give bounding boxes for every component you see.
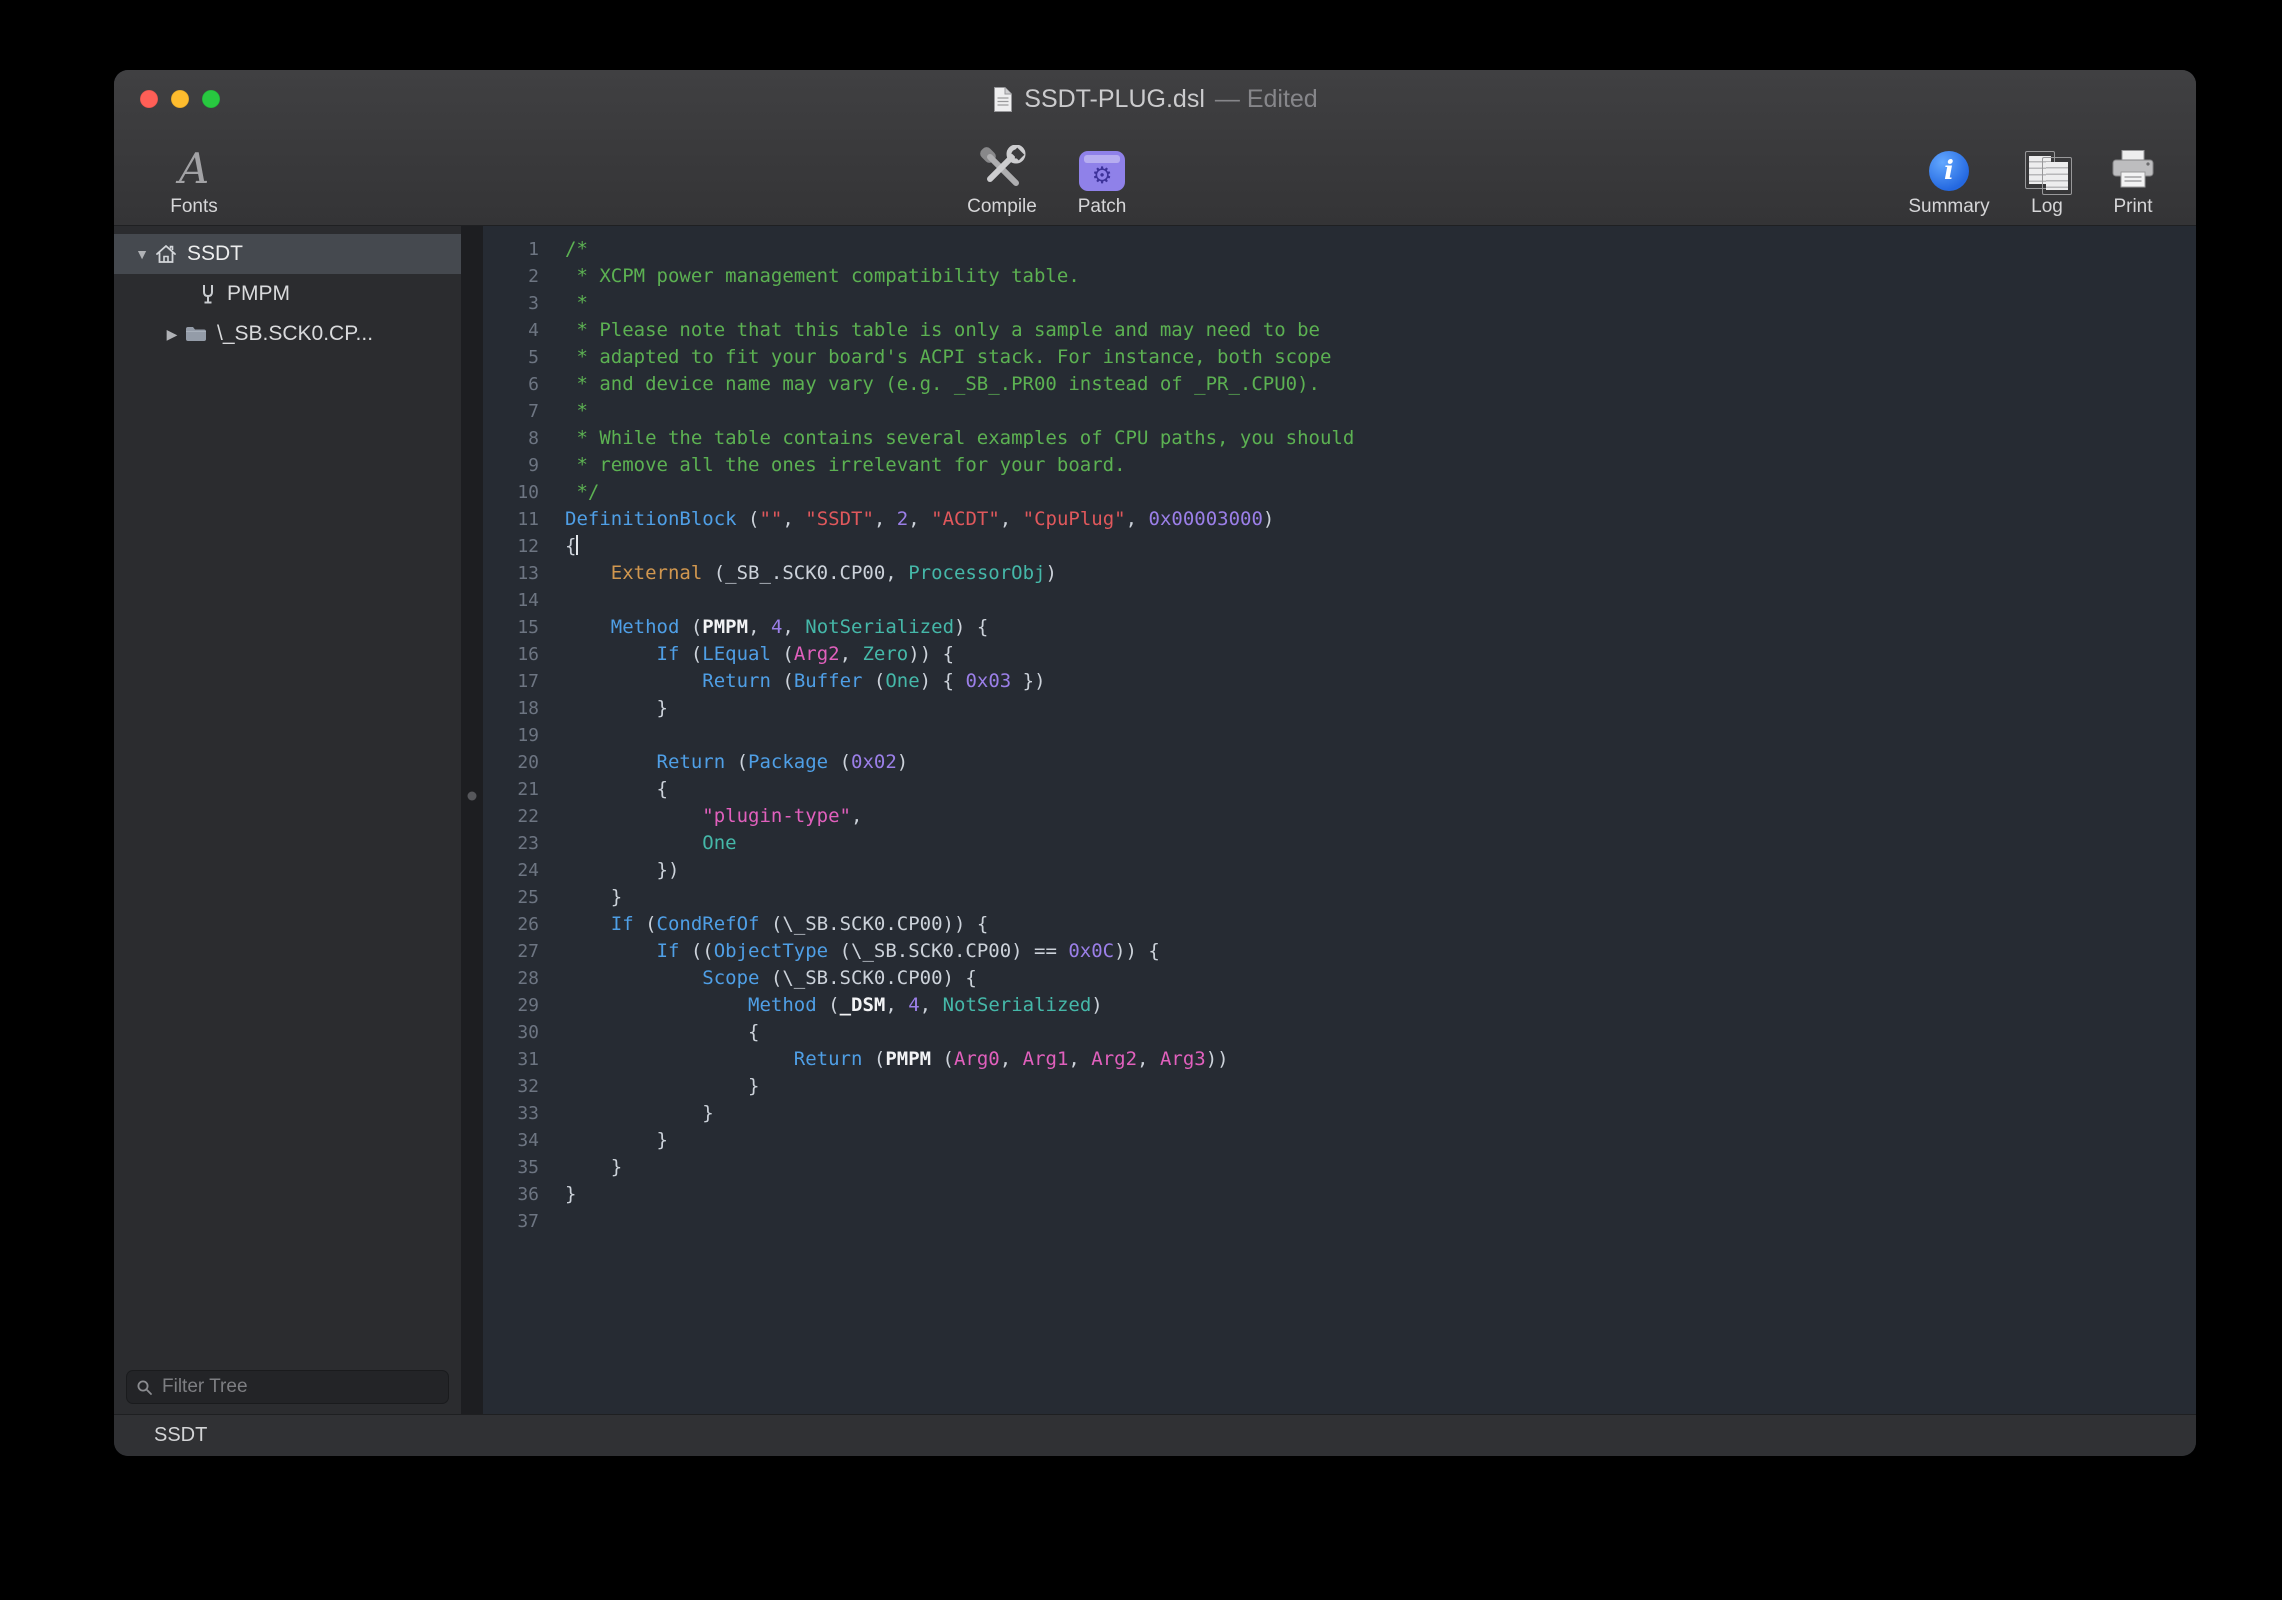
tree-item-label: \_SB.SCK0.CP...	[217, 322, 373, 346]
patch-label: Patch	[1078, 196, 1127, 218]
summary-label: Summary	[1908, 196, 1989, 218]
tree-item-label: PMPM	[227, 282, 290, 306]
minimize-button[interactable]	[171, 90, 189, 108]
compile-label: Compile	[967, 196, 1037, 218]
tree-item-pmpm[interactable]: PMPM	[114, 274, 461, 314]
zoom-button[interactable]	[202, 90, 220, 108]
divider-handle[interactable]	[468, 792, 477, 801]
tree-item-sb-sck0[interactable]: ▶ \_SB.SCK0.CP...	[114, 314, 461, 354]
disclosure-right-icon[interactable]: ▶	[160, 326, 184, 343]
toolbar-center-group: Compile ⚙ Patch	[952, 145, 1152, 218]
filter-input[interactable]	[160, 1375, 439, 1399]
window-title: SSDT-PLUG.dsl — Edited	[992, 85, 1317, 114]
compile-button[interactable]: Compile	[952, 145, 1052, 218]
toolbar-right-group: i Summary Log	[1894, 149, 2176, 218]
patch-button[interactable]: ⚙ Patch	[1052, 145, 1152, 218]
main-content: ▼ SSDT	[114, 226, 2196, 1414]
code-editor[interactable]: 1234567891011121314151617181920212223242…	[483, 226, 2196, 1414]
summary-button[interactable]: i Summary	[1894, 149, 2004, 218]
fonts-button[interactable]: A Fonts	[124, 147, 264, 218]
close-button[interactable]	[140, 90, 158, 108]
log-label: Log	[2031, 196, 2063, 218]
gear-icon: ⚙	[1079, 160, 1125, 191]
search-icon	[136, 1379, 153, 1396]
disclosure-down-icon[interactable]: ▼	[130, 246, 154, 262]
compile-icon	[976, 145, 1028, 191]
patch-icon: ⚙	[1079, 151, 1125, 191]
status-bar: SSDT	[114, 1414, 2196, 1456]
window-title-text: SSDT-PLUG.dsl	[1024, 85, 1205, 114]
print-button[interactable]: Print	[2090, 149, 2176, 218]
log-icon	[2023, 149, 2071, 191]
fonts-icon: A	[179, 147, 209, 191]
traffic-lights	[140, 70, 220, 128]
line-numbers: 1234567891011121314151617181920212223242…	[483, 236, 549, 1414]
navigator-tree: ▼ SSDT	[114, 226, 461, 354]
status-text: SSDT	[154, 1424, 207, 1447]
sidebar: ▼ SSDT	[114, 226, 461, 1414]
print-label: Print	[2113, 196, 2152, 218]
titlebar[interactable]: SSDT-PLUG.dsl — Edited	[114, 70, 2196, 128]
method-icon	[198, 283, 218, 305]
tree-item-ssdt[interactable]: ▼ SSDT	[114, 234, 461, 274]
pane-divider[interactable]	[461, 226, 483, 1414]
code-lines: /* * XCPM power management compatibility…	[549, 236, 2196, 1414]
fonts-label: Fonts	[170, 196, 218, 218]
app-window: SSDT-PLUG.dsl — Edited A Fonts	[114, 70, 2196, 1456]
filter-tree-field[interactable]	[126, 1370, 449, 1404]
tree-item-label: SSDT	[187, 242, 243, 266]
document-icon	[992, 86, 1014, 113]
log-button[interactable]: Log	[2004, 149, 2090, 218]
folder-icon	[184, 324, 208, 344]
window-edited-badge: — Edited	[1215, 85, 1318, 114]
window-header: SSDT-PLUG.dsl — Edited A Fonts	[114, 70, 2196, 226]
print-icon	[2108, 149, 2158, 191]
toolbar: A Fonts Compile	[114, 128, 2196, 226]
info-icon: i	[1929, 151, 1969, 191]
house-icon	[154, 243, 178, 265]
